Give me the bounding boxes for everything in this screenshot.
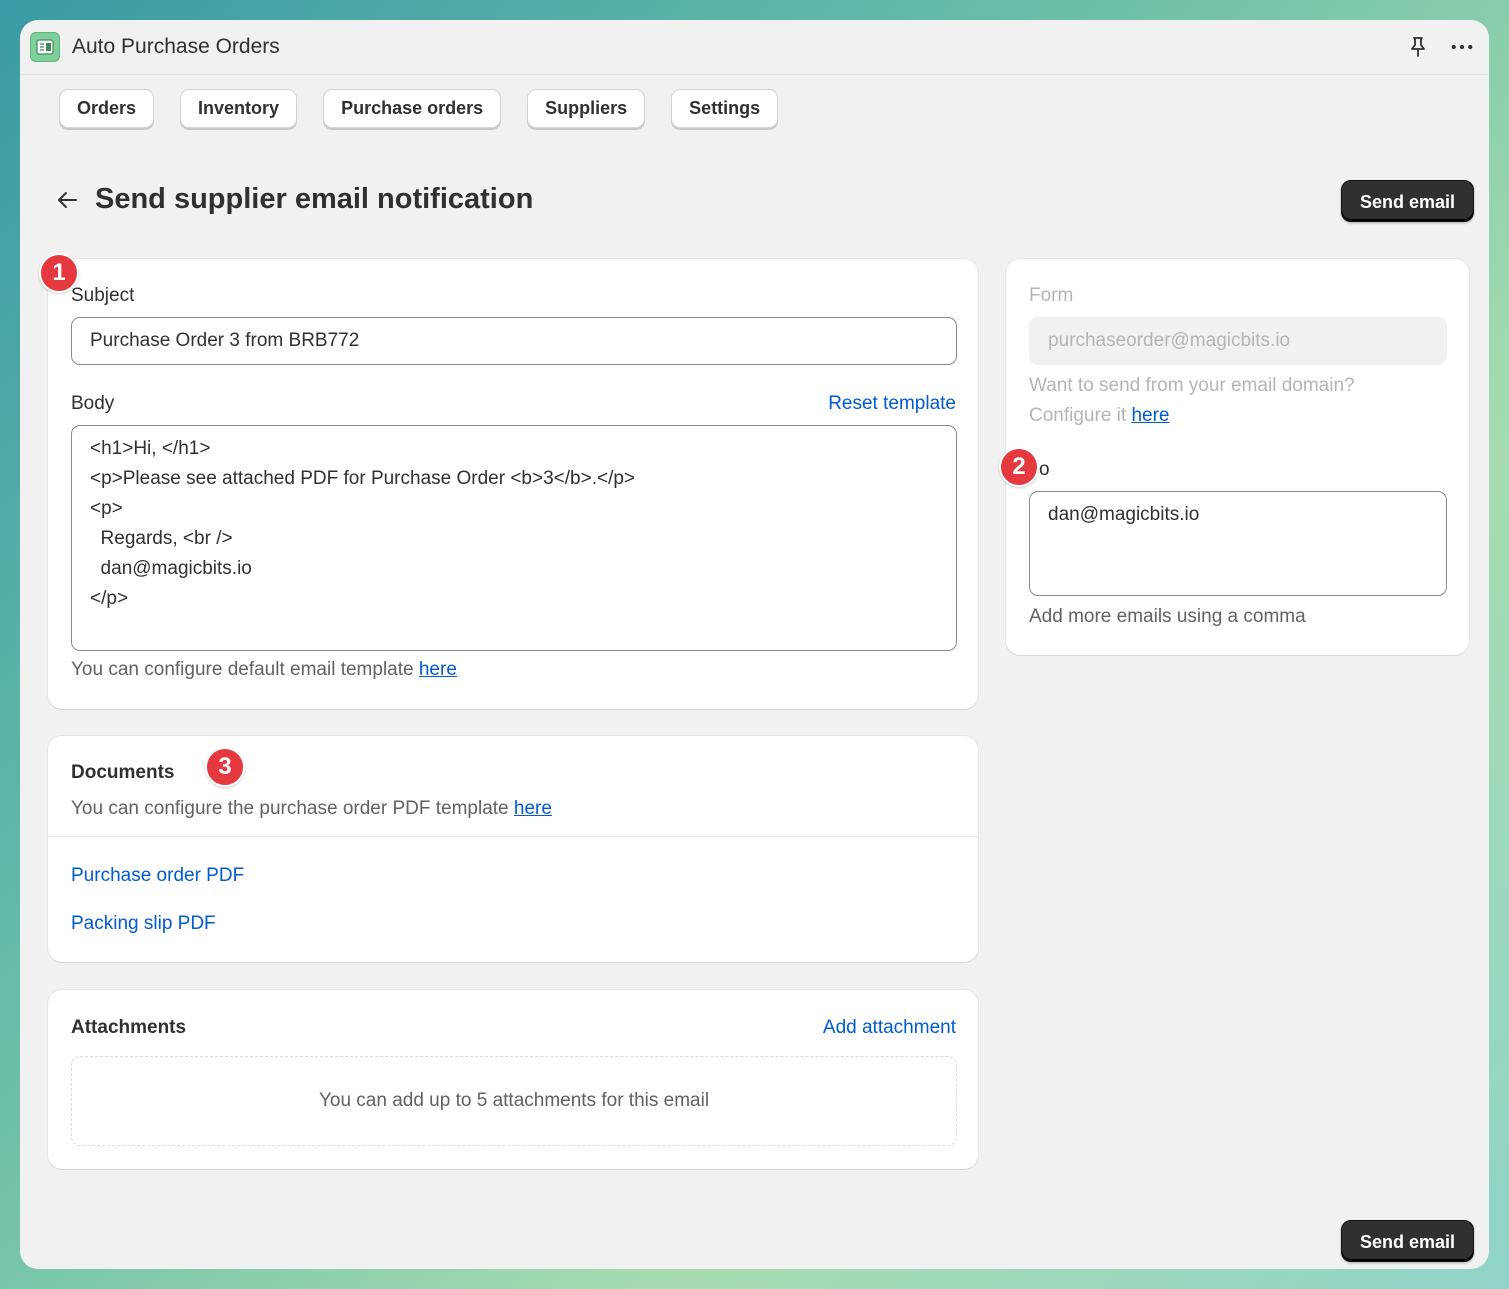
annotation-badge: 2 [999,447,1039,487]
send-email-button-bottom[interactable]: Send email [1341,1220,1475,1262]
packing-slip-pdf-link[interactable]: Packing slip PDF [71,913,216,935]
body-line: dan@magicbits.io [90,558,252,579]
form-label: Form [1029,285,1074,306]
nav-orders-button[interactable]: Orders [59,89,155,128]
domain-here-link[interactable]: here [1131,405,1169,426]
arrow-left-icon[interactable] [56,190,78,215]
reset-template-link[interactable]: Reset template [828,393,956,415]
body-line: </p> [90,588,129,609]
body-line: <p>Please see attached PDF for Purchase … [90,468,636,489]
body-line: Regards, <br /> [90,528,233,549]
subject-label: Subject [71,285,135,306]
nav-suppliers-button[interactable]: Suppliers [527,89,646,128]
attachments-card: Attachments Add attachment You can add u… [48,990,978,1169]
body-textarea[interactable]: <h1>Hi, </h1> <p>Please see attached PDF… [71,425,957,651]
documents-help: You can configure the purchase order PDF… [71,798,552,820]
body-label: Body [71,393,115,414]
form-value: purchaseorder@magicbits.io [1048,330,1291,351]
attachments-title: Attachments [71,1017,187,1038]
subject-input[interactable]: Purchase Order 3 from BRB772 [71,317,957,365]
annotation-badge: 1 [39,253,79,293]
domain-help-line1: Want to send from your email domain? [1029,375,1355,396]
body-line: <p> [90,498,123,519]
to-label: o [1039,459,1050,480]
form-input: purchaseorder@magicbits.io [1029,317,1447,365]
to-value: dan@magicbits.io [1048,504,1200,525]
documents-help-text: You can configure the purchase order PDF… [71,798,514,819]
app-icon [30,32,60,62]
documents-divider [48,836,978,837]
nav-inventory-button[interactable]: Inventory [180,89,298,128]
template-help-text: You can configure default email template [71,659,419,680]
to-help: Add more emails using a comma [1029,606,1306,627]
more-icon[interactable] [1451,36,1473,58]
add-attachment-link[interactable]: Add attachment [823,1017,956,1039]
title-bar: Auto Purchase Orders [20,20,1489,75]
documents-title: Documents [71,762,175,783]
domain-help-text: Configure it [1029,405,1132,426]
subject-value: Purchase Order 3 from BRB772 [90,330,360,351]
nav-purchase-orders-button[interactable]: Purchase orders [323,89,502,128]
email-card: Subject Purchase Order 3 from BRB772 Bod… [48,259,978,709]
send-email-button-top[interactable]: Send email [1341,180,1475,222]
attachments-empty-text: You can add up to 5 attachments for this… [318,1090,710,1111]
pin-icon[interactable] [1407,36,1429,58]
attachments-dropzone[interactable]: You can add up to 5 attachments for this… [71,1056,957,1146]
app-window: Auto Purchase Orders Orders Inventory Pu… [20,20,1489,1269]
page-title: Send supplier email notification [95,183,534,215]
documents-here-link[interactable]: here [514,798,552,819]
template-help: You can configure default email template… [71,659,457,681]
page-header: Send supplier email notification Send em… [20,180,1489,222]
nav-settings-button[interactable]: Settings [671,89,779,128]
purchase-order-pdf-link[interactable]: Purchase order PDF [71,865,244,887]
sender-card: Form purchaseorder@magicbits.io Want to … [1006,259,1469,655]
annotation-badge: 3 [205,747,245,787]
to-textarea[interactable]: dan@magicbits.io [1029,491,1447,596]
body-line: <h1>Hi, </h1> [90,438,211,459]
top-nav: Orders Inventory Purchase orders Supplie… [20,75,1489,128]
documents-card: Documents You can configure the purchase… [48,736,978,962]
template-here-link[interactable]: here [419,659,457,680]
app-title: Auto Purchase Orders [72,35,280,58]
domain-help-line2: Configure it here [1029,405,1169,427]
